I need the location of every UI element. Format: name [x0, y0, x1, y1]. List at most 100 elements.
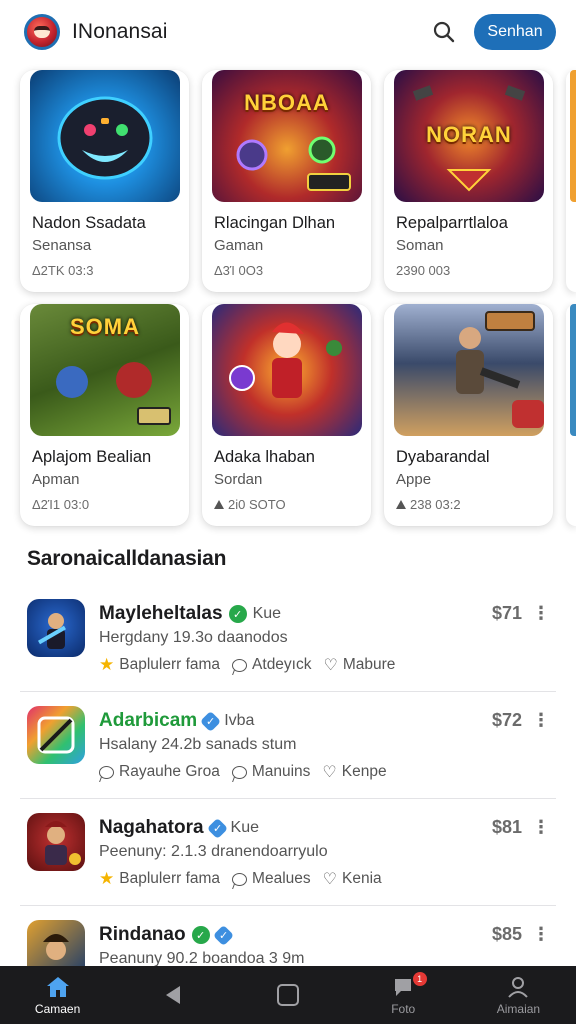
game-subtitle: Senansa	[32, 237, 92, 254]
price-label: $71	[491, 603, 522, 623]
game-card[interactable]: Dyabarandal Appe 238 03:2	[384, 304, 553, 526]
game-meta: 2390 003	[396, 263, 451, 278]
verified-badge-icon: ✓	[212, 924, 234, 946]
star-icon: ★	[99, 869, 115, 888]
app-header: INonansai Senhan	[0, 0, 576, 64]
game-thumbnail: SOMA	[30, 304, 180, 436]
action-label: Mabure	[342, 656, 396, 673]
game-thumbnail	[394, 304, 544, 436]
game-name: Rlacingan Dlhan	[214, 214, 336, 232]
game-meta-text: 2i0 SOTO	[228, 497, 286, 512]
more-options-icon[interactable]: ⋮	[532, 603, 550, 624]
like-action[interactable]: ♡ Kenia	[323, 869, 382, 889]
game-card[interactable]: NORAN Repalparrtlaloa Soman 2390 003	[384, 70, 553, 292]
nav-profile[interactable]: Aimaian	[461, 966, 576, 1024]
app-title: Mayleheltalas	[99, 603, 223, 624]
game-name: Dyabarandal	[396, 448, 490, 466]
comment-icon	[232, 658, 248, 672]
game-thumbnail	[30, 70, 180, 202]
game-card[interactable]: NBOAA Rlacingan Dlhan Gaman Δ3Ί 0Ο3	[202, 70, 371, 292]
app-title: Rindanao	[99, 924, 186, 945]
app-icon	[27, 813, 85, 871]
game-name: Adaka lhaban	[214, 448, 315, 466]
star-icon: ★	[99, 655, 115, 674]
app-description: Hsalany 24.2b sanads stum	[99, 736, 297, 753]
list-item[interactable]: Mayleheltalas ✓ Kue Hergdany 19.3o daano…	[20, 585, 556, 692]
app-icon	[27, 706, 85, 764]
app-tag: Ivba	[224, 712, 255, 729]
app-tag: Kue	[252, 605, 282, 622]
like-action[interactable]: ♡ Mabure	[324, 655, 396, 675]
game-card-peek[interactable]	[566, 304, 576, 526]
game-name: Nadon Ssadata	[32, 214, 146, 232]
game-name: Repalparrtlaloa	[396, 214, 508, 232]
verified-badge-icon: ✓	[206, 817, 228, 839]
nav-label: Camaen	[34, 1001, 81, 1016]
nav-label: Foto	[391, 1001, 416, 1016]
game-thumbnail: NBOAA	[212, 70, 362, 202]
game-subtitle: Appe	[396, 471, 432, 488]
action-label: Rayauhe Groa	[119, 763, 220, 780]
comment-action[interactable]: Atdeyıck	[232, 656, 312, 674]
game-subtitle: Sordan	[214, 471, 263, 488]
profile-icon	[506, 975, 530, 999]
more-options-icon[interactable]: ⋮	[532, 924, 550, 945]
game-avatar-logo-icon	[24, 14, 60, 50]
nav-back[interactable]	[115, 966, 230, 1024]
nav-notifications[interactable]: 1 Foto	[346, 966, 461, 1024]
home-icon	[45, 975, 71, 999]
list-item[interactable]: Adarbicam ✓ Ivba Hsalany 24.2b sanads st…	[20, 692, 556, 799]
rating-action[interactable]: ★ Baplulerr fama	[99, 869, 220, 889]
game-card[interactable]: Adaka lhaban Sordan 2i0 SOTO	[202, 304, 371, 526]
game-thumbnail	[212, 304, 362, 436]
comment-action[interactable]: Mealues	[232, 870, 311, 888]
action-label: Baplulerr fama	[119, 656, 221, 673]
comment-icon	[99, 765, 114, 779]
game-subtitle: Soman	[396, 237, 444, 254]
price-label: $85	[491, 924, 522, 944]
game-card[interactable]: Nadon Ssadata Senansa Δ2ΤΚ 03:3	[20, 70, 189, 292]
search-button[interactable]	[424, 12, 464, 52]
app-tag: Kue	[230, 819, 259, 836]
comment-icon	[231, 765, 247, 779]
comment-action[interactable]: Rayauhe Groa	[99, 763, 220, 781]
verified-badge-icon: ✓	[191, 926, 210, 944]
game-thumbnail: NORAN	[394, 70, 544, 202]
action-label: Atdeyıck	[252, 656, 312, 673]
rating-action[interactable]: ★ Baplulerr fama	[99, 655, 220, 675]
action-label: Baplulerr fama	[119, 870, 221, 887]
square-icon	[276, 983, 300, 1007]
game-meta: 2i0 SOTO	[214, 497, 286, 512]
triangle-icon	[396, 500, 406, 509]
game-meta: 238 03:2	[396, 497, 461, 512]
nav-home[interactable]: Camaen	[0, 966, 115, 1024]
game-card-peek[interactable]	[566, 70, 576, 292]
game-meta: Δ2Ί1 03:0	[32, 497, 90, 512]
verified-badge-icon: ✓	[228, 605, 247, 623]
app-description: Peenuny: 2.1.3 dranendoarryulo	[99, 843, 328, 860]
more-options-icon[interactable]: ⋮	[532, 710, 550, 731]
list-item[interactable]: Nagahatora ✓ Kue Peenuny: 2.1.3 dranendo…	[20, 799, 556, 906]
heart-icon: ♡	[322, 871, 337, 888]
heart-icon: ♡	[322, 764, 337, 781]
sign-in-button[interactable]: Senhan	[474, 14, 556, 50]
game-meta: Δ2ΤΚ 03:3	[32, 263, 94, 278]
app-title: Adarbicam	[99, 710, 198, 731]
game-subtitle: Apman	[32, 471, 80, 488]
comment-icon	[232, 872, 248, 886]
more-options-icon[interactable]: ⋮	[532, 817, 550, 838]
notification-icon	[391, 975, 415, 999]
app-title: Nagahatora	[99, 817, 204, 838]
action-label: Kenia	[341, 870, 382, 887]
back-icon	[162, 983, 184, 1007]
nav-overview[interactable]	[230, 966, 345, 1024]
comment-action[interactable]: Manuins	[231, 763, 310, 781]
heart-icon: ♡	[323, 657, 338, 674]
game-card[interactable]: SOMA Aplajom Bealian Apman Δ2Ί1 03:0	[20, 304, 189, 526]
app-icon	[27, 599, 85, 657]
like-action[interactable]: ♡ Kenpe	[322, 762, 386, 782]
price-label: $81	[491, 817, 522, 837]
action-label: Kenpe	[341, 763, 387, 780]
game-meta-text: 238 03:2	[410, 497, 461, 512]
bottom-navigation: Camaen 1 Foto Aimaian	[0, 966, 576, 1024]
